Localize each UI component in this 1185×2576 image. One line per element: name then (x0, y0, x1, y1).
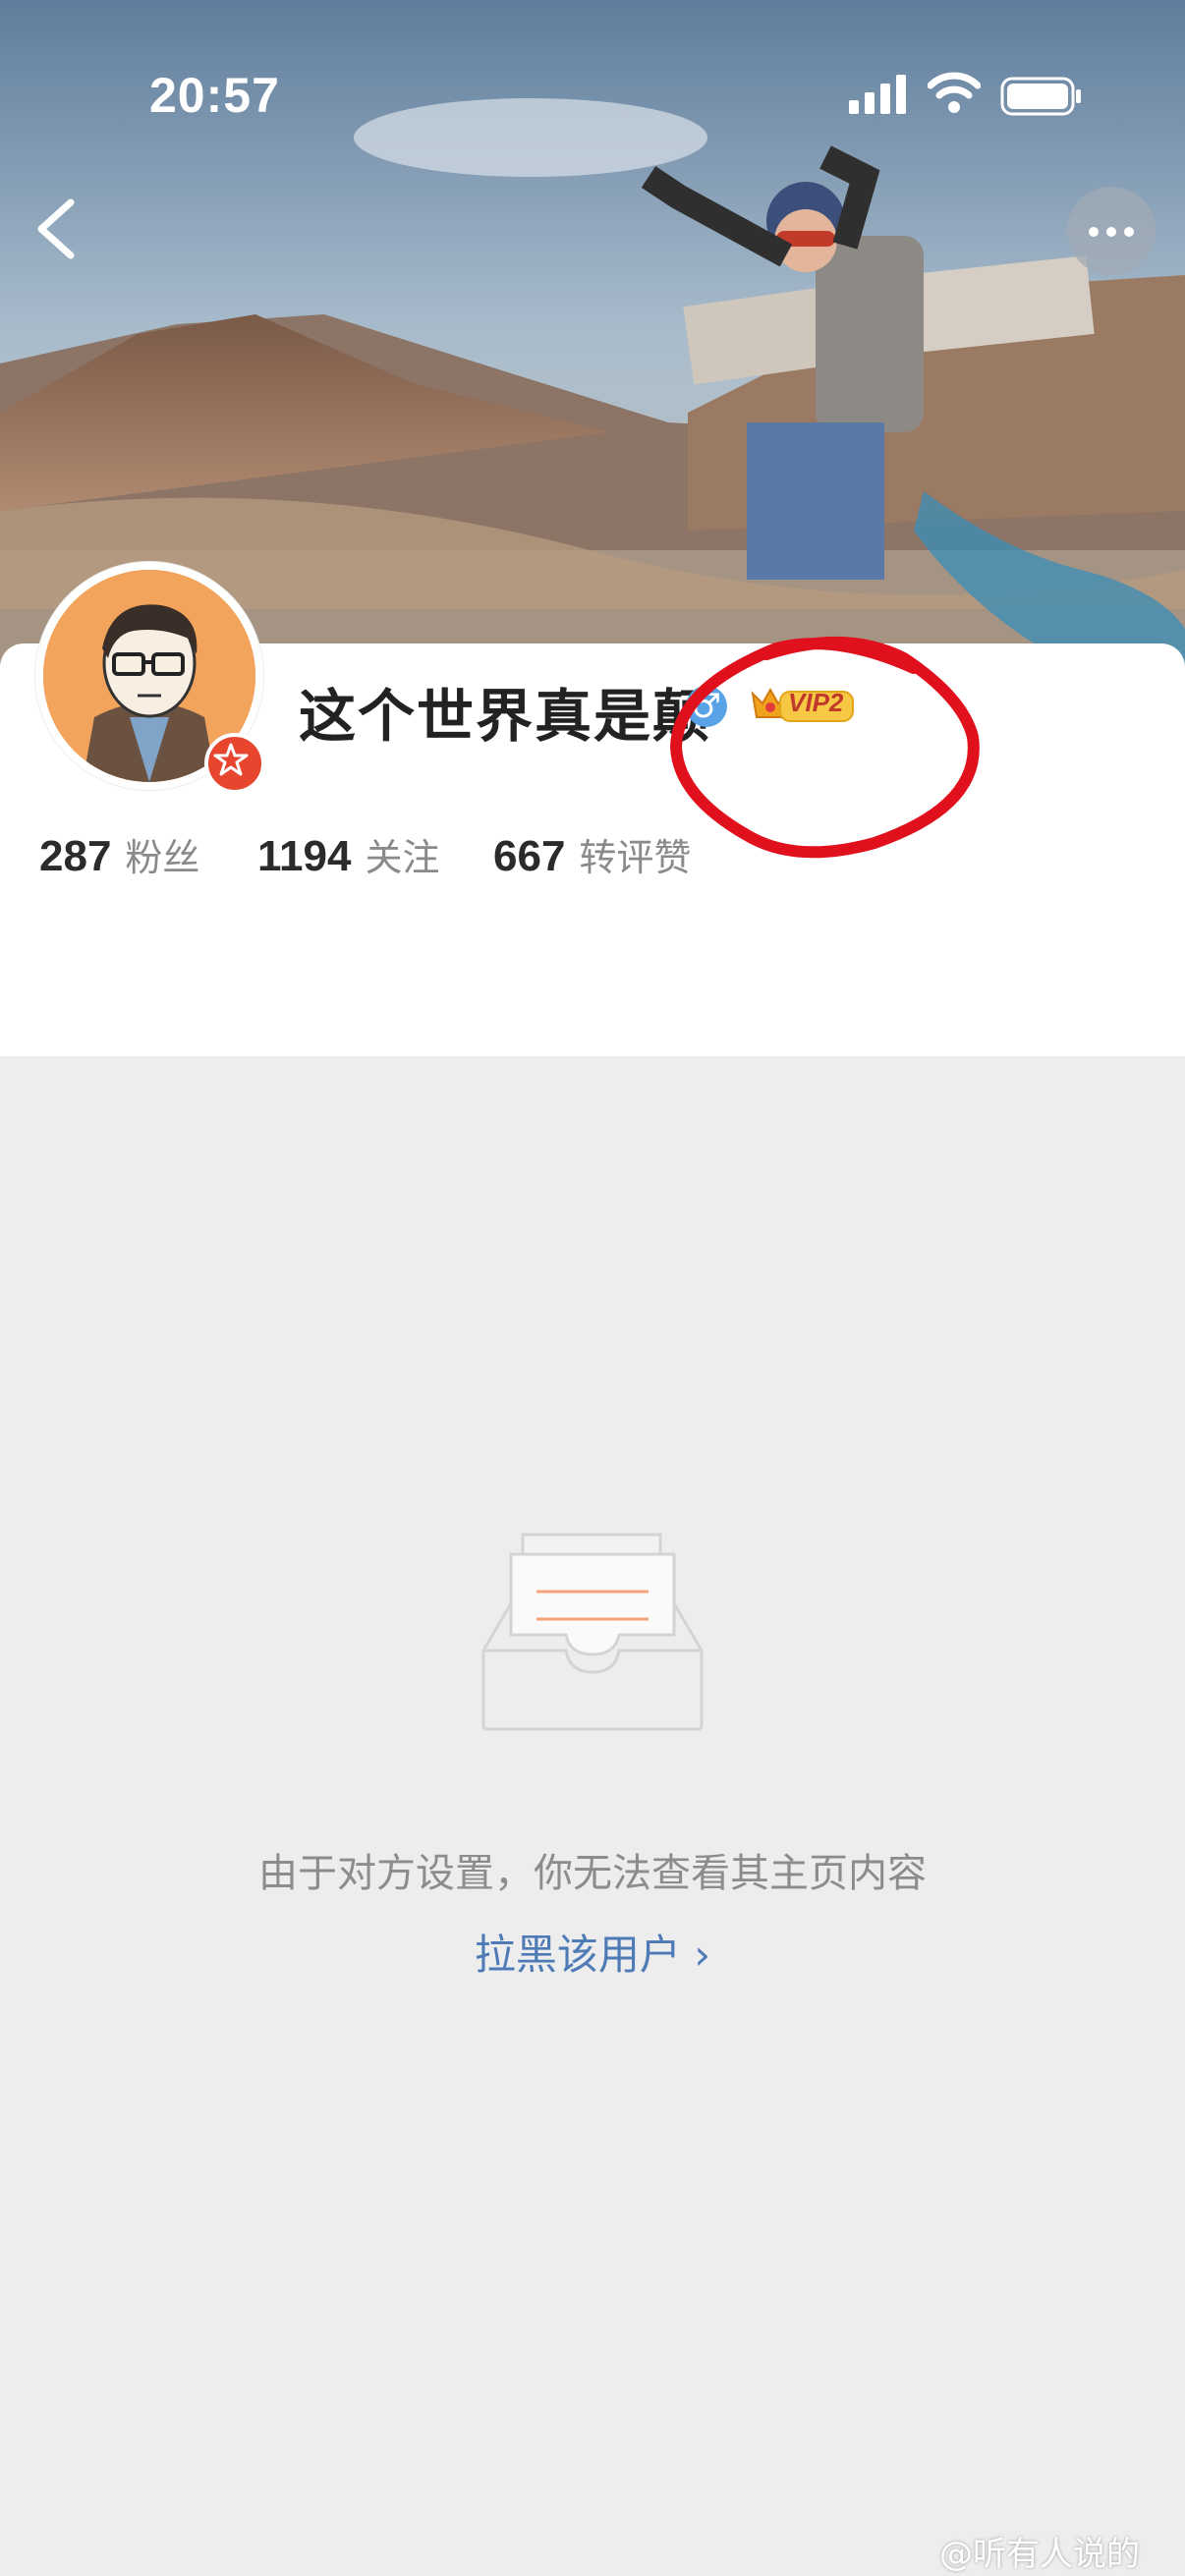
followers-stat[interactable]: 287 粉丝 (39, 827, 199, 881)
more-dot-icon (1124, 227, 1134, 237)
back-chevron-icon[interactable] (28, 195, 86, 263)
status-time: 20:57 (149, 68, 280, 123)
profile-username: 这个世界真是颠 (299, 683, 712, 750)
following-label: 关注 (365, 836, 440, 879)
block-user-link[interactable]: 拉黑该用户 › (0, 1922, 1185, 1982)
cellular-signal-icon (849, 75, 906, 114)
weibo-watermark: @听有人说的 (939, 2535, 1140, 2574)
status-bar: 20:57 (0, 0, 1185, 187)
more-options-button[interactable] (1067, 187, 1156, 275)
interactions-count: 667 (493, 832, 566, 880)
more-dot-icon (1106, 227, 1116, 237)
more-dot-icon (1089, 227, 1099, 237)
interactions-label: 转评赞 (579, 836, 692, 879)
followers-label: 粉丝 (125, 836, 200, 879)
empty-inbox-icon (481, 1533, 704, 1731)
verified-badge-icon (204, 733, 265, 794)
following-count: 1194 (257, 832, 352, 880)
interactions-stat[interactable]: 667 转评赞 (493, 827, 691, 881)
annotation-circle (669, 636, 980, 859)
battery-icon (1000, 77, 1081, 116)
wifi-icon (928, 72, 981, 113)
restricted-profile-message: 由于对方设置，你无法查看其主页内容 (258, 1851, 927, 1896)
following-stat[interactable]: 1194 关注 (257, 827, 439, 881)
followers-count: 287 (39, 832, 112, 880)
